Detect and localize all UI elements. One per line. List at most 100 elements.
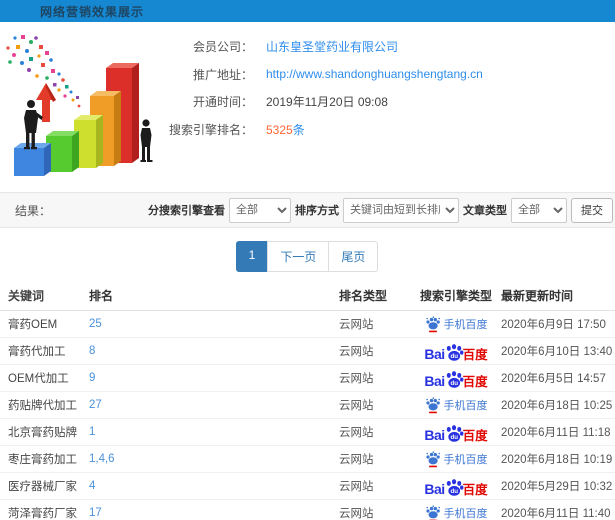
header-engine-type: 搜索引擎类型 (419, 289, 492, 303)
baidu-paw-dots-icon (425, 396, 440, 413)
updated-cell: 2020年5月29日 10:32 (501, 481, 613, 493)
engine-cell: 手机百度 Baidu百度 (415, 396, 497, 414)
baidu-logo: Bai du 百度 (424, 475, 488, 498)
rank-cell: 4 (85, 480, 335, 492)
rank-link[interactable]: 25 (89, 318, 102, 330)
rank-link[interactable]: 1 (89, 426, 95, 438)
table-row: 医疗器械厂家 4 云网站 手机百度 Baidu百度 2020年5月29日 10:… (0, 473, 615, 500)
baidu-paw-icon: du (446, 478, 464, 496)
keyword-cell: 枣庄膏药加工 (8, 454, 77, 466)
promo-url-row: 推广地址： http://www.shandonghuangshengtang.… (158, 61, 615, 89)
updated-cell: 2020年6月9日 17:50 (501, 319, 606, 331)
account-info-list: 会员公司： 山东皇圣堂药业有限公司 推广地址： http://www.shand… (158, 22, 615, 143)
engine-cell: 手机百度 Baidu百度 (415, 367, 497, 390)
filter-bar: 结果： 分搜索引擎查看 全部 排序方式 关键词由短到长排序 文章类型 全部 提交 (0, 192, 615, 228)
updated-cell: 2020年6月18日 10:25 (501, 400, 613, 412)
businessman-right (140, 119, 153, 162)
mobile-baidu-label: 手机百度 (443, 454, 488, 466)
rank-type-cell: 云网站 (339, 373, 374, 385)
table-row: 北京膏药贴牌 1 云网站 手机百度 Baidu百度 2020年6月11日 11:… (0, 419, 615, 446)
updated-cell: 2020年6月11日 11:18 (501, 427, 611, 439)
baidu-logo: Bai du 百度 (424, 340, 488, 363)
updated-cell: 2020年6月10日 13:40 (501, 346, 613, 358)
rank-cell: 9 (85, 372, 335, 384)
rank-link[interactable]: 8 (89, 345, 95, 357)
rank-link[interactable]: 1,4,6 (89, 453, 115, 465)
updated-cell: 2020年6月11日 11:40 (501, 508, 611, 520)
updated-cell: 2020年6月5日 14:57 (501, 373, 606, 385)
rank-link[interactable]: 17 (89, 507, 102, 519)
businessman-left (24, 100, 43, 150)
svg-text:du: du (450, 434, 458, 441)
pagination: 1 下一页 尾页 (0, 241, 615, 272)
baidu-paw-dots-icon (425, 450, 440, 467)
svg-text:du: du (450, 380, 458, 387)
rank-unit: 条 (292, 122, 305, 137)
rank-type-cell: 云网站 (339, 346, 374, 358)
rank-cell: 17 (85, 507, 335, 519)
rank-link[interactable]: 4 (89, 480, 95, 492)
page-1-button[interactable]: 1 (235, 241, 269, 272)
table-row: 菏泽膏药厂家 17 云网站 手机百度 Baidu百度 2020年6月11日 11… (0, 500, 615, 520)
result-label: 结果： (15, 203, 52, 218)
article-type-label: 文章类型 (463, 205, 507, 217)
baidu-paw-icon: du (446, 343, 464, 361)
engine-cell: 手机百度 Baidu百度 (415, 475, 497, 498)
baidu-logo: Bai du 百度 (424, 367, 488, 390)
bar-chart-illustration (6, 35, 153, 176)
mobile-baidu-logo: 手机百度 (425, 504, 488, 520)
table-row: 枣庄膏药加工 1,4,6 云网站 手机百度 Baidu百度 2020年6月18日… (0, 446, 615, 473)
mobile-baidu-label: 手机百度 (443, 508, 488, 520)
header-rank-type: 排名类型 (339, 289, 388, 303)
rank-type-cell: 云网站 (339, 400, 374, 412)
table-row: OEM代加工 9 云网站 手机百度 Baidu百度 2020年6月5日 14:5… (0, 365, 615, 392)
keyword-cell: 北京膏药贴牌 (8, 427, 77, 439)
table-row: 膏药代加工 8 云网站 手机百度 Baidu百度 2020年6月10日 13:4… (0, 338, 615, 365)
baidu-logo: Bai du 百度 (424, 421, 488, 444)
sort-filter-label: 排序方式 (295, 205, 339, 217)
engine-cell: 手机百度 Baidu百度 (415, 315, 497, 333)
keyword-cell: 药贴牌代加工 (8, 400, 77, 412)
header-rank: 排名 (89, 289, 114, 303)
rank-link[interactable]: 27 (89, 399, 102, 411)
keyword-cell: OEM代加工 (8, 373, 69, 385)
rank-type-cell: 云网站 (339, 481, 374, 493)
open-time-row: 开通时间： 2019年11月20日 09:08 (158, 88, 615, 116)
promo-url-link[interactable]: http://www.shandonghuangshengtang.cn (266, 67, 483, 81)
rank-cell: 8 (85, 345, 335, 357)
engine-filter-select[interactable]: 全部 (229, 197, 291, 223)
account-info-section: 会员公司： 山东皇圣堂药业有限公司 推广地址： http://www.shand… (0, 22, 615, 192)
rank-type-cell: 云网站 (339, 427, 374, 439)
mobile-baidu-logo: 手机百度 (425, 396, 488, 414)
rank-type-cell: 云网站 (339, 508, 374, 520)
rank-cell: 25 (85, 318, 335, 330)
keyword-cell: 膏药代加工 (8, 346, 66, 358)
last-page-button[interactable]: 尾页 (328, 241, 379, 272)
article-type-select[interactable]: 全部 (511, 197, 567, 223)
rank-type-cell: 云网站 (339, 319, 374, 331)
baidu-paw-dots-icon (425, 315, 440, 332)
svg-text:du: du (450, 488, 458, 495)
rank-type-cell: 云网站 (339, 454, 374, 466)
engine-cell: 手机百度 Baidu百度 (415, 450, 497, 468)
engine-cell: 手机百度 Baidu百度 (415, 504, 497, 520)
rank-link[interactable]: 9 (89, 372, 95, 384)
next-page-button[interactable]: 下一页 (267, 241, 330, 272)
mobile-baidu-label: 手机百度 (443, 319, 488, 331)
filter-group: 分搜索引擎查看 全部 排序方式 关键词由短到长排序 文章类型 全部 提交 (148, 197, 613, 223)
mobile-baidu-label: 手机百度 (443, 400, 488, 412)
baidu-paw-icon: du (446, 370, 464, 388)
baidu-paw-icon: du (446, 424, 464, 442)
rank-cell: 1 (85, 426, 335, 438)
header-updated: 最新更新时间 (501, 289, 574, 303)
submit-button[interactable]: 提交 (571, 197, 613, 223)
open-time-value: 2019年11月20日 09:08 (266, 95, 388, 110)
keyword-cell: 医疗器械厂家 (8, 481, 77, 493)
company-link[interactable]: 山东皇圣堂药业有限公司 (266, 38, 398, 55)
mobile-baidu-logo: 手机百度 (425, 450, 488, 468)
keyword-rank-table: 关键词 排名 排名类型 搜索引擎类型 最新更新时间 膏药OEM 25 云网站 手… (0, 281, 615, 520)
keyword-cell: 膏药OEM (8, 319, 58, 331)
sort-filter-select[interactable]: 关键词由短到长排序 (343, 197, 459, 223)
engine-rank-value: 5325条 (266, 121, 305, 138)
mobile-baidu-logo: 手机百度 (425, 315, 488, 333)
